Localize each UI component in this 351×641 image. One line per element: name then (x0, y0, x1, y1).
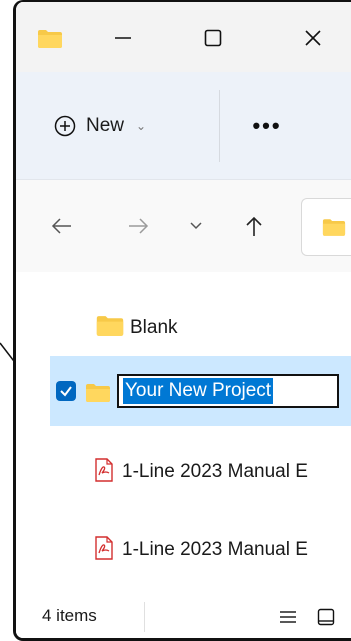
more-options-button[interactable]: ••• (242, 108, 292, 144)
new-button-label: New (86, 115, 125, 136)
navigation-bar (16, 180, 351, 272)
list-item[interactable]: 1-Line 2023 Manual E (54, 522, 351, 578)
rename-selected-text: Your New Project (123, 378, 274, 404)
file-name: 1-Line 2023 Manual E (122, 461, 308, 482)
list-item-selected[interactable]: Your New Project (50, 356, 351, 426)
item-count: 4 items (42, 606, 97, 625)
recent-locations-button[interactable] (178, 208, 214, 244)
up-arrow-icon (246, 216, 262, 236)
checkbox-icon[interactable] (56, 381, 76, 401)
folder-icon (94, 315, 126, 342)
address-bar[interactable] (301, 198, 351, 256)
minimize-button[interactable] (98, 16, 148, 60)
recent-chevron-icon (190, 222, 202, 230)
toolbar-divider (219, 90, 220, 162)
tiles-view-icon (317, 608, 335, 626)
back-button[interactable] (44, 208, 80, 244)
chevron-down-icon: ⌄ (136, 119, 147, 133)
pdf-icon (94, 535, 114, 565)
new-button[interactable]: New ⌄ (50, 108, 150, 144)
close-icon (305, 30, 321, 46)
status-bar: 4 items (16, 594, 351, 638)
pdf-icon (94, 457, 114, 487)
tiles-view-button[interactable] (312, 602, 340, 632)
plus-circle-icon (54, 115, 76, 137)
forward-arrow-icon (129, 218, 149, 234)
file-list: Blank Your New Project 1-Line 2023 Manua… (16, 272, 351, 594)
back-arrow-icon (51, 218, 71, 234)
details-view-button[interactable] (274, 602, 302, 632)
maximize-icon (204, 29, 222, 47)
status-divider (144, 602, 145, 632)
file-name: Blank (130, 317, 178, 338)
folder-icon (82, 383, 114, 408)
more-icon: ••• (252, 113, 282, 138)
file-name: 1-Line 2023 Manual E (122, 539, 308, 560)
list-item[interactable]: Blank (54, 300, 351, 356)
forward-button[interactable] (120, 208, 156, 244)
up-button[interactable] (236, 208, 272, 244)
maximize-button[interactable] (188, 16, 238, 60)
folder-icon (37, 29, 63, 54)
folder-icon (322, 218, 346, 242)
details-view-icon (280, 611, 296, 623)
command-bar: New ⌄ ••• (16, 72, 351, 180)
rename-input[interactable]: Your New Project (117, 374, 339, 408)
title-bar (16, 2, 351, 72)
list-item[interactable]: 1-Line 2023 Manual E (54, 444, 351, 500)
minimize-icon (115, 37, 131, 39)
close-button[interactable] (288, 16, 338, 60)
file-explorer-window: New ⌄ ••• Blank Your New Project 1-Line … (13, 0, 351, 641)
